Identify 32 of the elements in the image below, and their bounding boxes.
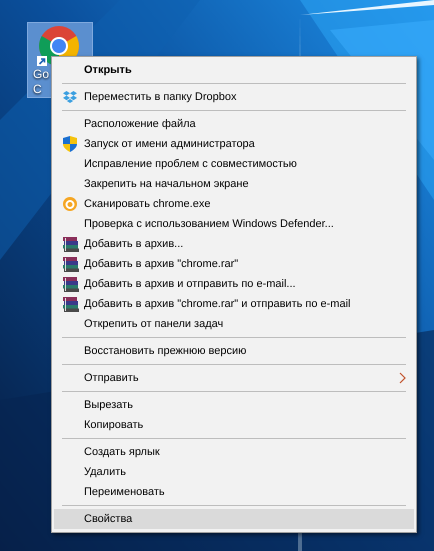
menu-item[interactable]: Копировать: [54, 415, 414, 435]
menu-item[interactable]: Свойства: [54, 509, 414, 529]
menu-item[interactable]: Переместить в папку Dropbox: [54, 87, 414, 107]
menu-item[interactable]: Расположение файла: [54, 114, 414, 134]
menu-item[interactable]: Добавить в архив и отправить по e-mail...: [54, 274, 414, 294]
menu-item[interactable]: Сканировать chrome.exe: [54, 194, 414, 214]
menu-item[interactable]: Исправление проблем с совместимостью: [54, 154, 414, 174]
books-stack-icon: [63, 236, 79, 252]
menu-item[interactable]: Открепить от панели задач: [54, 314, 414, 334]
menu-item[interactable]: Запуск от имени администратора: [54, 134, 414, 154]
books-stack-icon: [63, 276, 79, 292]
menu-item[interactable]: Удалить: [54, 462, 414, 482]
books-stack-icon: [63, 296, 79, 312]
menu-item[interactable]: Проверка с использованием Windows Defender...: [54, 214, 414, 234]
shield-icon: [63, 136, 77, 152]
icon-label: C: [33, 82, 42, 97]
shortcut-arrow-icon: [37, 56, 47, 66]
diamond-box-icon: [63, 91, 77, 103]
menu-item[interactable]: Переименовать: [54, 482, 414, 502]
menu-item[interactable]: Добавить в архив "chrome.rar" и отправить по e-mail: [54, 294, 414, 314]
ring-icon: [63, 197, 77, 211]
menu-item[interactable]: Добавить в архив...: [54, 234, 414, 254]
menu-item[interactable]: Создать ярлык: [54, 442, 414, 462]
menu-item[interactable]: Восстановить прежнюю версию: [54, 341, 414, 361]
menu-item[interactable]: Вырезать: [54, 395, 414, 415]
icon-label: Go: [33, 67, 50, 82]
menu-item[interactable]: Добавить в архив "chrome.rar": [54, 254, 414, 274]
menu-item[interactable]: Закрепить на начальном экране: [54, 174, 414, 194]
menu-item[interactable]: Отправить: [54, 368, 414, 388]
menu-item[interactable]: Открыть: [54, 60, 414, 80]
chevron-right-icon: [399, 372, 406, 384]
books-stack-icon: [63, 256, 79, 272]
